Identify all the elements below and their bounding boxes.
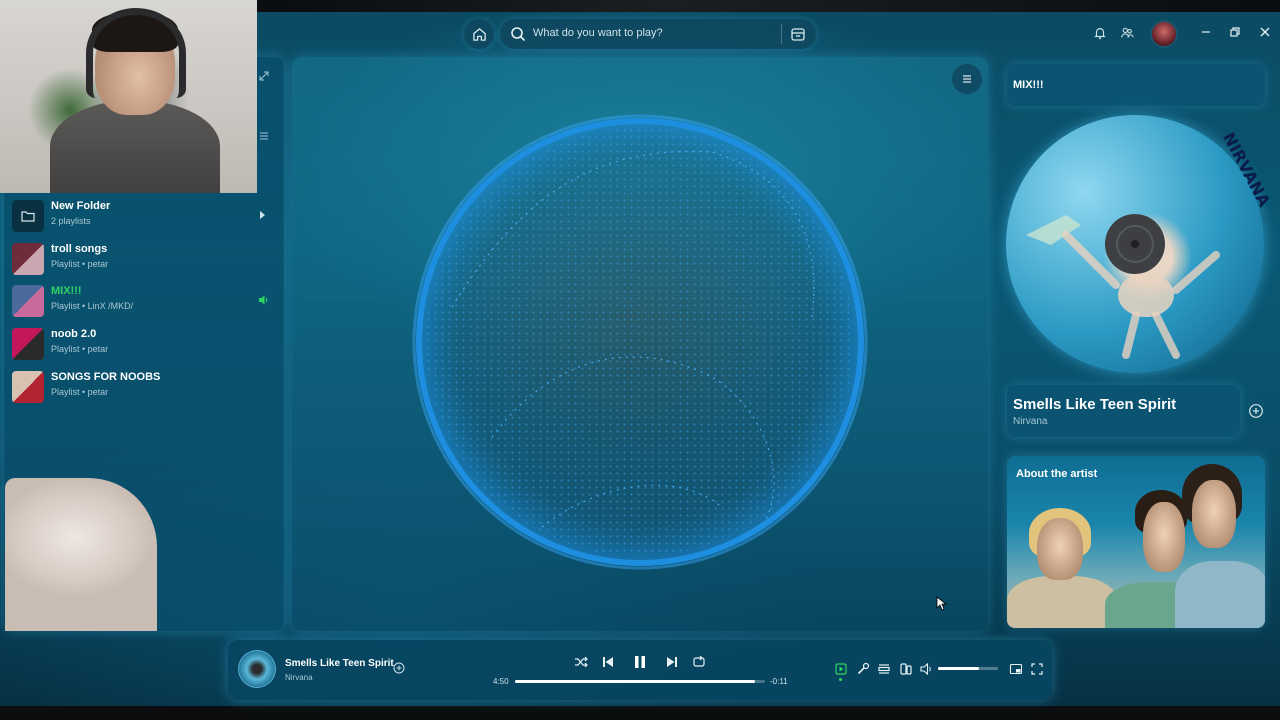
list-view-icon[interactable] bbox=[258, 130, 270, 142]
playlist-cover bbox=[12, 328, 44, 360]
search-divider bbox=[781, 24, 782, 44]
webcam-overlay bbox=[0, 0, 257, 193]
playlist-cover bbox=[12, 371, 44, 403]
hamburger-menu-icon bbox=[963, 75, 971, 83]
lyrics-microphone-icon[interactable] bbox=[856, 662, 870, 676]
search-input[interactable]: What do you want to play? bbox=[533, 27, 663, 39]
sidebar-item-noob-2[interactable]: noob 2.0 Playlist • petar bbox=[12, 326, 270, 362]
sidebar-item-title: MIX!!! bbox=[51, 285, 82, 297]
now-playing-view-icon[interactable] bbox=[834, 662, 848, 676]
band-member-body bbox=[1007, 576, 1117, 628]
album-vinyl-art bbox=[1006, 115, 1264, 373]
band-member-face bbox=[1037, 518, 1083, 580]
fullscreen-icon[interactable] bbox=[1030, 662, 1044, 676]
bottom-strip bbox=[0, 706, 1280, 720]
now-playing-song-title[interactable]: Smells Like Teen Spirit bbox=[1013, 396, 1176, 413]
sidebar-item-subtitle: Playlist • petar bbox=[51, 259, 109, 269]
now-playing-playlist-title: MIX!!! bbox=[1013, 79, 1044, 91]
home-button[interactable] bbox=[464, 19, 494, 49]
notifications-bell-icon[interactable] bbox=[1093, 26, 1107, 40]
sidebar-item-subtitle: Playlist • LinX /MKD/ bbox=[51, 301, 134, 311]
shuffle-icon[interactable] bbox=[574, 655, 588, 669]
active-indicator-dot bbox=[839, 678, 842, 681]
band-member-body bbox=[1175, 561, 1265, 628]
player-album-cover[interactable] bbox=[238, 650, 276, 688]
miniplayer-icon[interactable] bbox=[1009, 662, 1023, 676]
progress-bar-fill bbox=[515, 680, 755, 683]
band-member-face bbox=[1192, 480, 1236, 548]
connect-device-icon[interactable] bbox=[899, 662, 913, 676]
sidebar-item-new-folder[interactable]: New Folder 2 playlists bbox=[12, 198, 270, 234]
mouse-cursor-icon bbox=[936, 596, 948, 611]
sidebar-item-subtitle: Playlist • petar bbox=[51, 344, 109, 354]
visualizer-panel bbox=[292, 57, 988, 631]
webcam-headset bbox=[86, 8, 186, 98]
home-icon bbox=[472, 27, 486, 41]
folder-icon bbox=[12, 200, 44, 232]
now-playing-artist[interactable]: Nirvana bbox=[1013, 416, 1047, 427]
friend-activity-icon[interactable] bbox=[1120, 26, 1134, 40]
pause-button[interactable] bbox=[632, 654, 648, 670]
now-playing-playlist-header[interactable]: MIX!!! bbox=[1007, 64, 1265, 106]
add-to-library-icon[interactable] bbox=[1248, 403, 1264, 419]
webcam-hand-overlay bbox=[5, 478, 157, 631]
about-the-artist-label: About the artist bbox=[1016, 468, 1098, 480]
about-the-artist-card[interactable]: About the artist bbox=[1007, 456, 1265, 628]
user-avatar[interactable] bbox=[1150, 20, 1178, 48]
sidebar-item-title: noob 2.0 bbox=[51, 328, 97, 340]
player-song-title[interactable]: Smells Like Teen Spirit bbox=[285, 658, 394, 669]
restore-icon[interactable] bbox=[1228, 25, 1242, 39]
sidebar-item-title: SONGS FOR NOOBS bbox=[51, 371, 161, 383]
minimize-icon[interactable] bbox=[1199, 25, 1213, 39]
previous-track-icon[interactable] bbox=[601, 655, 615, 669]
remaining-time: -0:11 bbox=[770, 677, 788, 686]
progress-bar[interactable] bbox=[515, 680, 765, 683]
expand-library-icon[interactable] bbox=[258, 70, 270, 82]
album-art-graphic bbox=[1026, 214, 1220, 359]
volume-slider-fill bbox=[938, 667, 979, 670]
playlist-cover bbox=[12, 243, 44, 275]
close-icon[interactable] bbox=[1258, 25, 1272, 39]
volume-icon[interactable] bbox=[920, 662, 934, 676]
queue-icon[interactable] bbox=[877, 662, 891, 676]
visualizer-menu-button[interactable] bbox=[952, 64, 982, 94]
sidebar-item-mix[interactable]: MIX!!! Playlist • LinX /MKD/ bbox=[12, 283, 270, 319]
sidebar-item-subtitle: 2 playlists bbox=[51, 216, 91, 226]
search-bar[interactable]: What do you want to play? bbox=[500, 19, 816, 49]
playlist-cover bbox=[12, 285, 44, 317]
volume-slider[interactable] bbox=[938, 667, 998, 670]
repeat-icon[interactable] bbox=[692, 655, 706, 669]
now-playing-song-card[interactable]: Smells Like Teen Spirit Nirvana bbox=[1007, 385, 1240, 437]
search-icon bbox=[511, 27, 526, 42]
sidebar-item-troll-songs[interactable]: troll songs Playlist • petar bbox=[12, 241, 270, 277]
next-track-icon[interactable] bbox=[665, 655, 679, 669]
sidebar-item-title: troll songs bbox=[51, 243, 108, 255]
sidebar-item-title: New Folder bbox=[51, 200, 111, 212]
chevron-right-icon[interactable] bbox=[260, 211, 265, 219]
sidebar-item-songs-for-noobs[interactable]: SONGS FOR NOOBS Playlist • petar bbox=[12, 369, 270, 405]
now-playing-speaker-icon bbox=[259, 295, 268, 305]
player-artist[interactable]: Nirvana bbox=[285, 673, 313, 682]
band-member-face bbox=[1143, 502, 1185, 572]
title-strip bbox=[257, 0, 1280, 12]
sidebar-item-subtitle: Playlist • petar bbox=[51, 387, 109, 397]
browse-icon[interactable] bbox=[790, 26, 806, 42]
visualizer-sphere bbox=[412, 114, 868, 570]
add-to-liked-icon[interactable] bbox=[393, 662, 405, 674]
elapsed-time: 4:50 bbox=[493, 677, 509, 686]
